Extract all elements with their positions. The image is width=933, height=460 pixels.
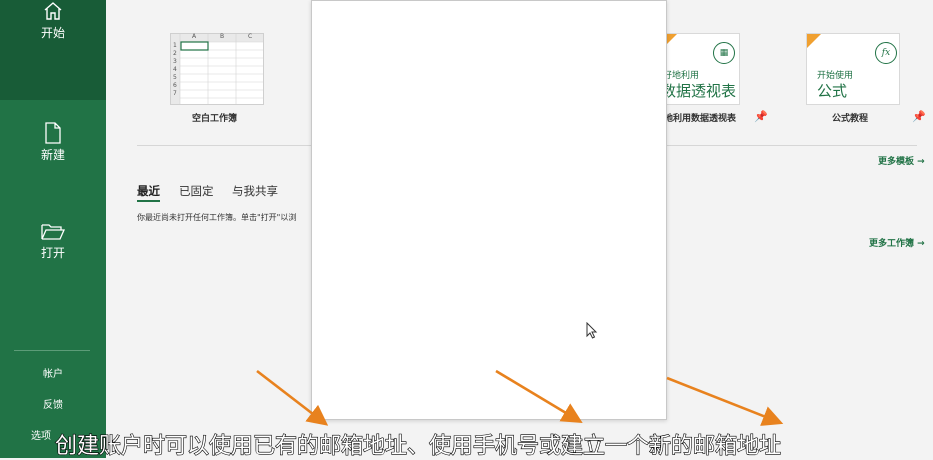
arrow-middle	[495, 369, 583, 424]
video-subtitle: 创建账户时可以使用已有的邮箱地址、使用手机号或建立一个新的邮箱地址	[54, 433, 782, 459]
annotation-arrows	[256, 369, 784, 426]
arrow-left	[256, 369, 329, 426]
arrow-right	[666, 376, 784, 426]
